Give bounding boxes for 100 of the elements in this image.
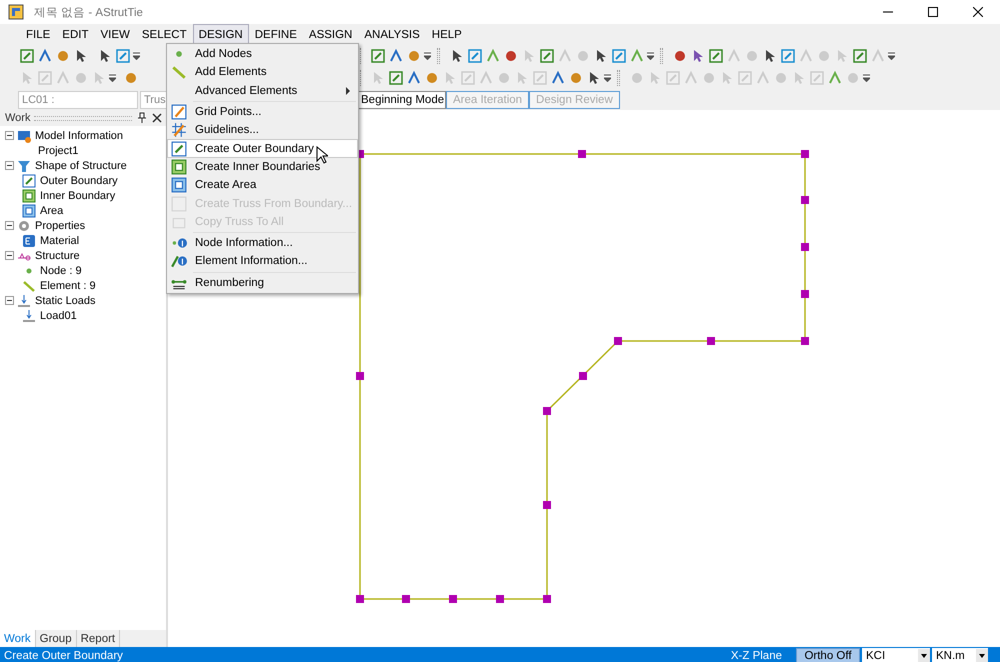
boundary-node[interactable] <box>707 337 715 345</box>
area-icon <box>171 177 187 194</box>
boundary-node[interactable] <box>801 337 809 345</box>
boundary-node[interactable] <box>579 372 587 380</box>
tree-item[interactable]: Area <box>40 204 64 216</box>
boundary-node[interactable] <box>801 243 809 251</box>
tree-item[interactable]: Element : 9 <box>40 280 96 292</box>
overflow-caret-icon[interactable] <box>604 74 611 82</box>
boundary-node[interactable] <box>801 150 809 158</box>
overflow-caret-icon[interactable] <box>863 74 870 82</box>
tool-icon <box>485 48 501 64</box>
menu-item[interactable]: Guidelines... <box>167 121 358 140</box>
tree-item[interactable]: Shape of Structure <box>35 160 127 172</box>
overflow-caret-icon[interactable] <box>109 74 116 82</box>
collapse-icon[interactable] <box>5 161 14 170</box>
boundary-node[interactable] <box>449 595 457 603</box>
area-icon <box>22 204 36 218</box>
menu-item[interactable]: Node Information... <box>167 234 358 252</box>
window-title: 제목 없음 - AStrutTie <box>34 6 144 20</box>
tool-icon <box>467 48 483 64</box>
tool-icon <box>773 70 789 86</box>
boundary-node[interactable] <box>614 337 622 345</box>
tool-icon <box>115 48 131 64</box>
tool-icon <box>845 70 861 86</box>
tree-item[interactable]: Load01 <box>40 310 77 322</box>
menu-item[interactable]: SELECT <box>136 24 193 45</box>
menu-item[interactable]: DESIGN <box>192 24 249 45</box>
boundary-node[interactable] <box>543 501 551 509</box>
boundary-node[interactable] <box>356 372 364 380</box>
tree-item[interactable]: Properties <box>35 220 86 232</box>
line-icon <box>22 278 36 292</box>
boundary-node[interactable] <box>543 407 551 415</box>
unit-dropdown[interactable]: KN.m <box>932 648 988 662</box>
toolbar-button[interactable] <box>707 47 725 65</box>
tool-icon <box>19 48 35 64</box>
boundary-node[interactable] <box>543 595 551 603</box>
toolbar-button[interactable] <box>18 47 36 65</box>
overflow-caret-icon[interactable] <box>888 52 895 60</box>
menu-item[interactable]: FILE <box>20 24 56 45</box>
maximize-icon <box>928 7 938 17</box>
collapse-icon[interactable] <box>5 251 14 260</box>
menu-item[interactable]: VIEW <box>94 24 136 45</box>
funnel-icon <box>17 158 31 172</box>
tool-icon <box>816 48 832 64</box>
toolbar-button[interactable] <box>369 47 387 65</box>
toolbar-button[interactable] <box>387 69 405 87</box>
menu-item[interactable]: Create Outer Boundary <box>167 139 358 158</box>
combo-box[interactable]: LC01 : <box>18 90 138 108</box>
grid-icon <box>171 104 187 120</box>
tool-icon <box>870 48 886 64</box>
tool-icon <box>370 48 386 64</box>
ortho-button[interactable]: Ortho Off <box>796 648 860 662</box>
tree-item[interactable]: Node : 9 <box>40 264 82 276</box>
panel-tab[interactable]: Work <box>0 630 36 647</box>
tree-item[interactable]: Project1 <box>38 144 78 156</box>
tool-icon <box>852 48 868 64</box>
menu-item[interactable]: HELP <box>426 24 468 45</box>
menu-item[interactable]: ANALYSIS <box>358 24 426 45</box>
collapse-icon[interactable] <box>5 131 14 140</box>
menu-item[interactable]: Renumbering <box>167 274 358 292</box>
tree-item[interactable]: Static Loads <box>35 294 96 306</box>
tree-item[interactable]: Material <box>40 234 80 246</box>
tool-icon <box>611 48 627 64</box>
pin-button[interactable] <box>136 112 148 124</box>
menu-item[interactable]: Add Elements <box>167 63 358 82</box>
toolbar-button[interactable] <box>851 47 869 65</box>
tree-item[interactable]: Outer Boundary <box>40 174 118 186</box>
menu-item[interactable]: DEFINE <box>248 24 303 45</box>
toolbar-button[interactable] <box>538 47 556 65</box>
menu-item[interactable]: Add Nodes <box>167 45 358 64</box>
boundary-node[interactable] <box>801 290 809 298</box>
menu-item[interactable]: EDIT <box>56 24 94 45</box>
tool-icon <box>755 70 771 86</box>
tree-item[interactable]: Inner Boundary <box>40 190 116 202</box>
tree-item[interactable]: Structure <box>35 250 80 262</box>
overflow-caret-icon[interactable] <box>133 52 140 60</box>
tool-icon <box>406 48 422 64</box>
boundary-node[interactable] <box>496 595 504 603</box>
inner-boundary-icon <box>171 158 187 175</box>
collapse-icon[interactable] <box>5 221 14 230</box>
boundary-node[interactable] <box>578 150 586 158</box>
menu-item[interactable]: Create Area <box>167 176 358 194</box>
tool-icon <box>37 48 53 64</box>
boundary-node[interactable] <box>356 595 364 603</box>
close-button[interactable] <box>151 112 163 124</box>
code-dropdown[interactable]: KCI <box>862 648 930 662</box>
menu-item[interactable]: Element Information... <box>167 252 358 271</box>
element-info-icon <box>171 253 187 270</box>
menu-item[interactable]: ASSIGN <box>302 24 358 45</box>
tree-item[interactable]: Model Information <box>35 130 124 142</box>
boundary-icon <box>22 174 36 188</box>
boundary-node[interactable] <box>801 196 809 204</box>
boundary-node[interactable] <box>402 595 410 603</box>
overflow-caret-icon[interactable] <box>647 52 654 60</box>
overflow-caret-icon[interactable] <box>424 52 431 60</box>
tool-icon <box>737 70 753 86</box>
collapse-icon[interactable] <box>5 296 14 305</box>
tool-icon <box>406 70 422 86</box>
tool-icon <box>701 70 717 86</box>
tool-icon <box>557 48 573 64</box>
